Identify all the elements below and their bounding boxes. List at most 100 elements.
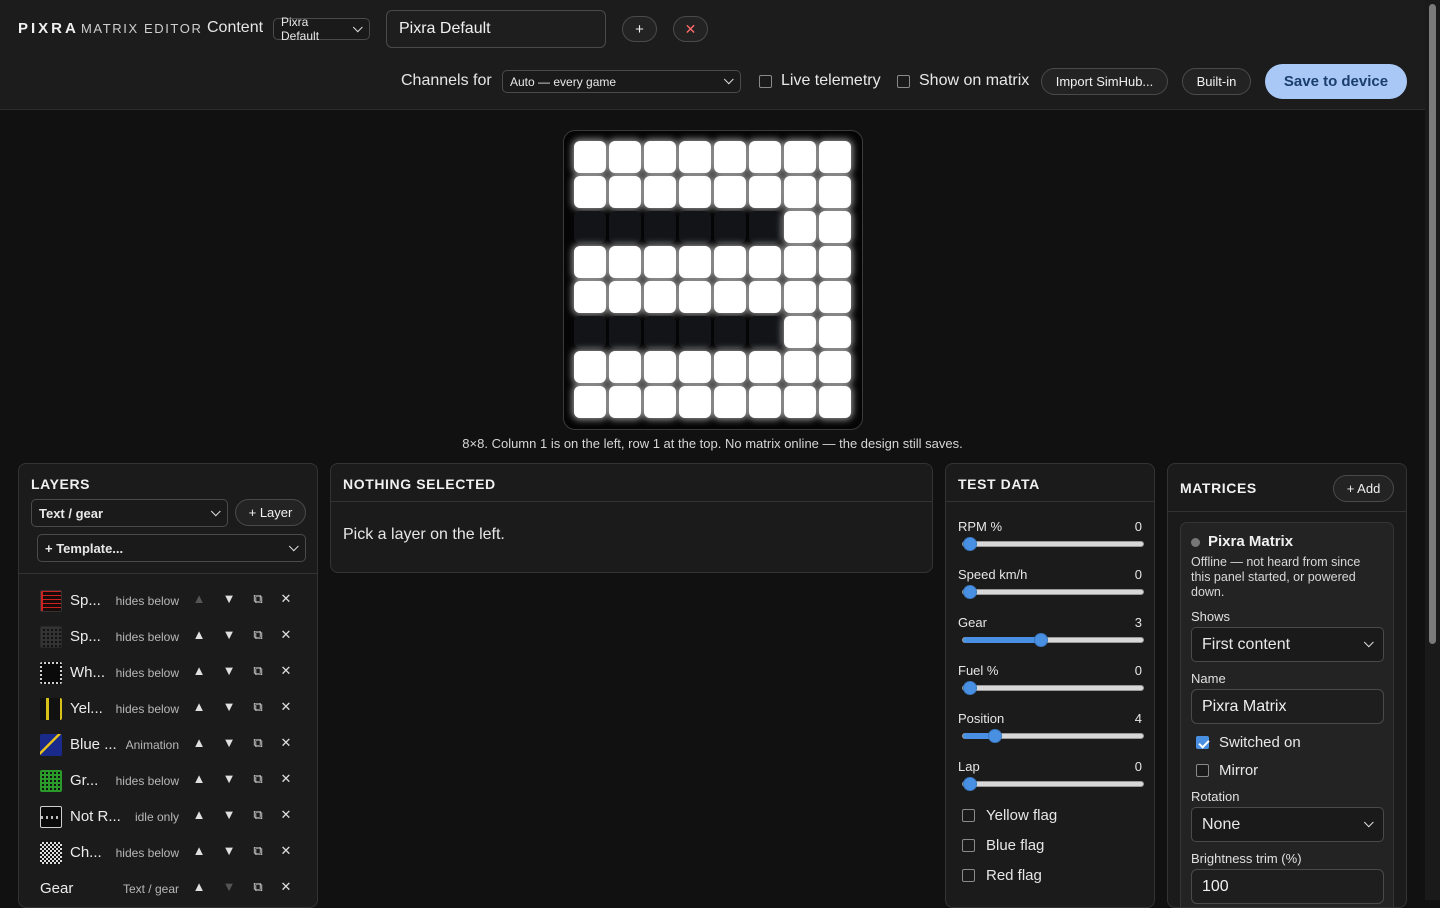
slider-knob[interactable]	[963, 537, 977, 551]
move-down-icon[interactable]: ▼	[221, 879, 237, 894]
delete-icon[interactable]: ✕	[278, 627, 294, 643]
builtin-button[interactable]: Built-in	[1182, 68, 1251, 95]
test-slider[interactable]	[962, 537, 1144, 551]
move-down-icon[interactable]: ▼	[221, 699, 237, 714]
matrix-pixel[interactable]	[714, 316, 746, 348]
matrix-pixel[interactable]	[784, 281, 816, 313]
rotation-select[interactable]: None	[1191, 807, 1384, 842]
layer-type-select[interactable]: Text / gear	[31, 499, 228, 527]
matrix-pixel[interactable]	[679, 316, 711, 348]
matrix-pixel[interactable]	[609, 176, 641, 208]
layer-row[interactable]: Blue ... Animation ▲ ▼ ⧉ ✕	[19, 727, 317, 763]
move-up-icon[interactable]: ▲	[191, 879, 207, 894]
move-up-icon[interactable]: ▲	[191, 771, 207, 786]
delete-icon[interactable]: ✕	[278, 807, 294, 823]
matrix-pixel[interactable]	[644, 281, 676, 313]
template-select[interactable]: + Template...	[37, 534, 306, 562]
matrix-preview[interactable]	[563, 130, 863, 430]
matrix-pixel[interactable]	[714, 141, 746, 173]
move-down-icon[interactable]: ▼	[221, 663, 237, 678]
device-name-input[interactable]: Pixra Matrix	[1191, 689, 1384, 724]
move-down-icon[interactable]: ▼	[221, 771, 237, 786]
move-up-icon[interactable]: ▲	[191, 735, 207, 750]
import-simhub-button[interactable]: Import SimHub...	[1041, 68, 1168, 95]
move-down-icon[interactable]: ▼	[221, 591, 237, 606]
matrix-pixel[interactable]	[749, 386, 781, 418]
matrix-pixel[interactable]	[714, 176, 746, 208]
matrix-pixel[interactable]	[819, 316, 851, 348]
matrix-pixel[interactable]	[574, 211, 606, 243]
flag-checkbox[interactable]	[962, 809, 975, 822]
move-down-icon[interactable]: ▼	[221, 735, 237, 750]
matrix-pixel[interactable]	[784, 176, 816, 208]
matrix-pixel[interactable]	[749, 351, 781, 383]
matrix-pixel[interactable]	[679, 281, 711, 313]
channels-select[interactable]: Auto — every game	[502, 70, 741, 93]
mirror-toggle[interactable]: Mirror	[1196, 762, 1258, 779]
matrix-pixel[interactable]	[644, 351, 676, 383]
flag-toggle[interactable]: Blue flag	[962, 837, 1044, 854]
move-up-icon[interactable]: ▲	[191, 627, 207, 642]
matrix-pixel[interactable]	[679, 211, 711, 243]
content-select[interactable]: Pixra Default	[273, 15, 370, 43]
matrix-pixel[interactable]	[819, 176, 851, 208]
move-down-icon[interactable]: ▼	[221, 807, 237, 822]
matrix-pixel[interactable]	[574, 386, 606, 418]
matrix-pixel[interactable]	[644, 316, 676, 348]
flag-toggle[interactable]: Red flag	[962, 867, 1042, 884]
duplicate-icon[interactable]: ⧉	[250, 843, 266, 859]
matrix-pixel[interactable]	[749, 316, 781, 348]
delete-icon[interactable]: ✕	[278, 843, 294, 859]
scrollbar-thumb[interactable]	[1429, 4, 1436, 644]
layer-row[interactable]: Sp... hides below ▲ ▼ ⧉ ✕	[19, 583, 317, 619]
move-up-icon[interactable]: ▲	[191, 663, 207, 678]
matrix-pixel[interactable]	[714, 281, 746, 313]
layer-row[interactable]: Gear Text / gear ▲ ▼ ⧉ ✕	[19, 871, 317, 907]
slider-knob[interactable]	[963, 681, 977, 695]
shows-select[interactable]: First content	[1191, 627, 1384, 662]
matrix-pixel[interactable]	[679, 246, 711, 278]
move-up-icon[interactable]: ▲	[191, 699, 207, 714]
move-down-icon[interactable]: ▼	[221, 627, 237, 642]
slider-knob[interactable]	[1034, 633, 1049, 647]
matrix-pixel[interactable]	[609, 281, 641, 313]
content-name-input[interactable]: Pixra Default	[386, 10, 606, 48]
slider-knob[interactable]	[963, 585, 977, 599]
layer-row[interactable]: Ch... hides below ▲ ▼ ⧉ ✕	[19, 835, 317, 871]
matrix-pixel[interactable]	[609, 211, 641, 243]
matrix-pixel[interactable]	[644, 386, 676, 418]
matrix-pixel[interactable]	[714, 351, 746, 383]
show-on-matrix-checkbox[interactable]	[897, 74, 910, 88]
page-scrollbar[interactable]	[1425, 0, 1440, 900]
matrix-pixel[interactable]	[679, 141, 711, 173]
matrix-pixel[interactable]	[749, 211, 781, 243]
brightness-input[interactable]: 100	[1191, 869, 1384, 904]
slider-knob[interactable]	[987, 729, 1002, 743]
switched-on-toggle[interactable]: Switched on	[1196, 734, 1301, 751]
matrix-pixel[interactable]	[679, 386, 711, 418]
save-to-device-button[interactable]: Save to device	[1265, 64, 1407, 99]
matrix-pixel[interactable]	[644, 176, 676, 208]
matrix-pixel[interactable]	[609, 351, 641, 383]
flag-checkbox[interactable]	[962, 869, 975, 882]
duplicate-icon[interactable]: ⧉	[250, 879, 266, 895]
move-up-icon[interactable]: ▲	[191, 591, 207, 606]
matrix-pixel[interactable]	[574, 351, 606, 383]
delete-icon[interactable]: ✕	[278, 699, 294, 715]
matrix-pixel[interactable]	[784, 351, 816, 383]
matrix-pixel[interactable]	[784, 246, 816, 278]
live-telemetry-checkbox[interactable]	[759, 74, 772, 88]
test-slider[interactable]	[962, 729, 1144, 743]
duplicate-icon[interactable]: ⧉	[250, 771, 266, 787]
live-telemetry-toggle[interactable]: Live telemetry	[759, 72, 881, 90]
delete-content-button[interactable]: ✕	[673, 16, 708, 42]
matrix-pixel[interactable]	[819, 281, 851, 313]
add-content-button[interactable]: +	[622, 16, 657, 42]
matrix-pixel[interactable]	[609, 386, 641, 418]
matrix-pixel[interactable]	[574, 176, 606, 208]
delete-icon[interactable]: ✕	[278, 879, 294, 895]
add-matrix-button[interactable]: + Add	[1333, 475, 1394, 502]
flag-toggle[interactable]: Yellow flag	[962, 807, 1057, 824]
matrix-pixel[interactable]	[784, 386, 816, 418]
matrix-pixel[interactable]	[574, 281, 606, 313]
